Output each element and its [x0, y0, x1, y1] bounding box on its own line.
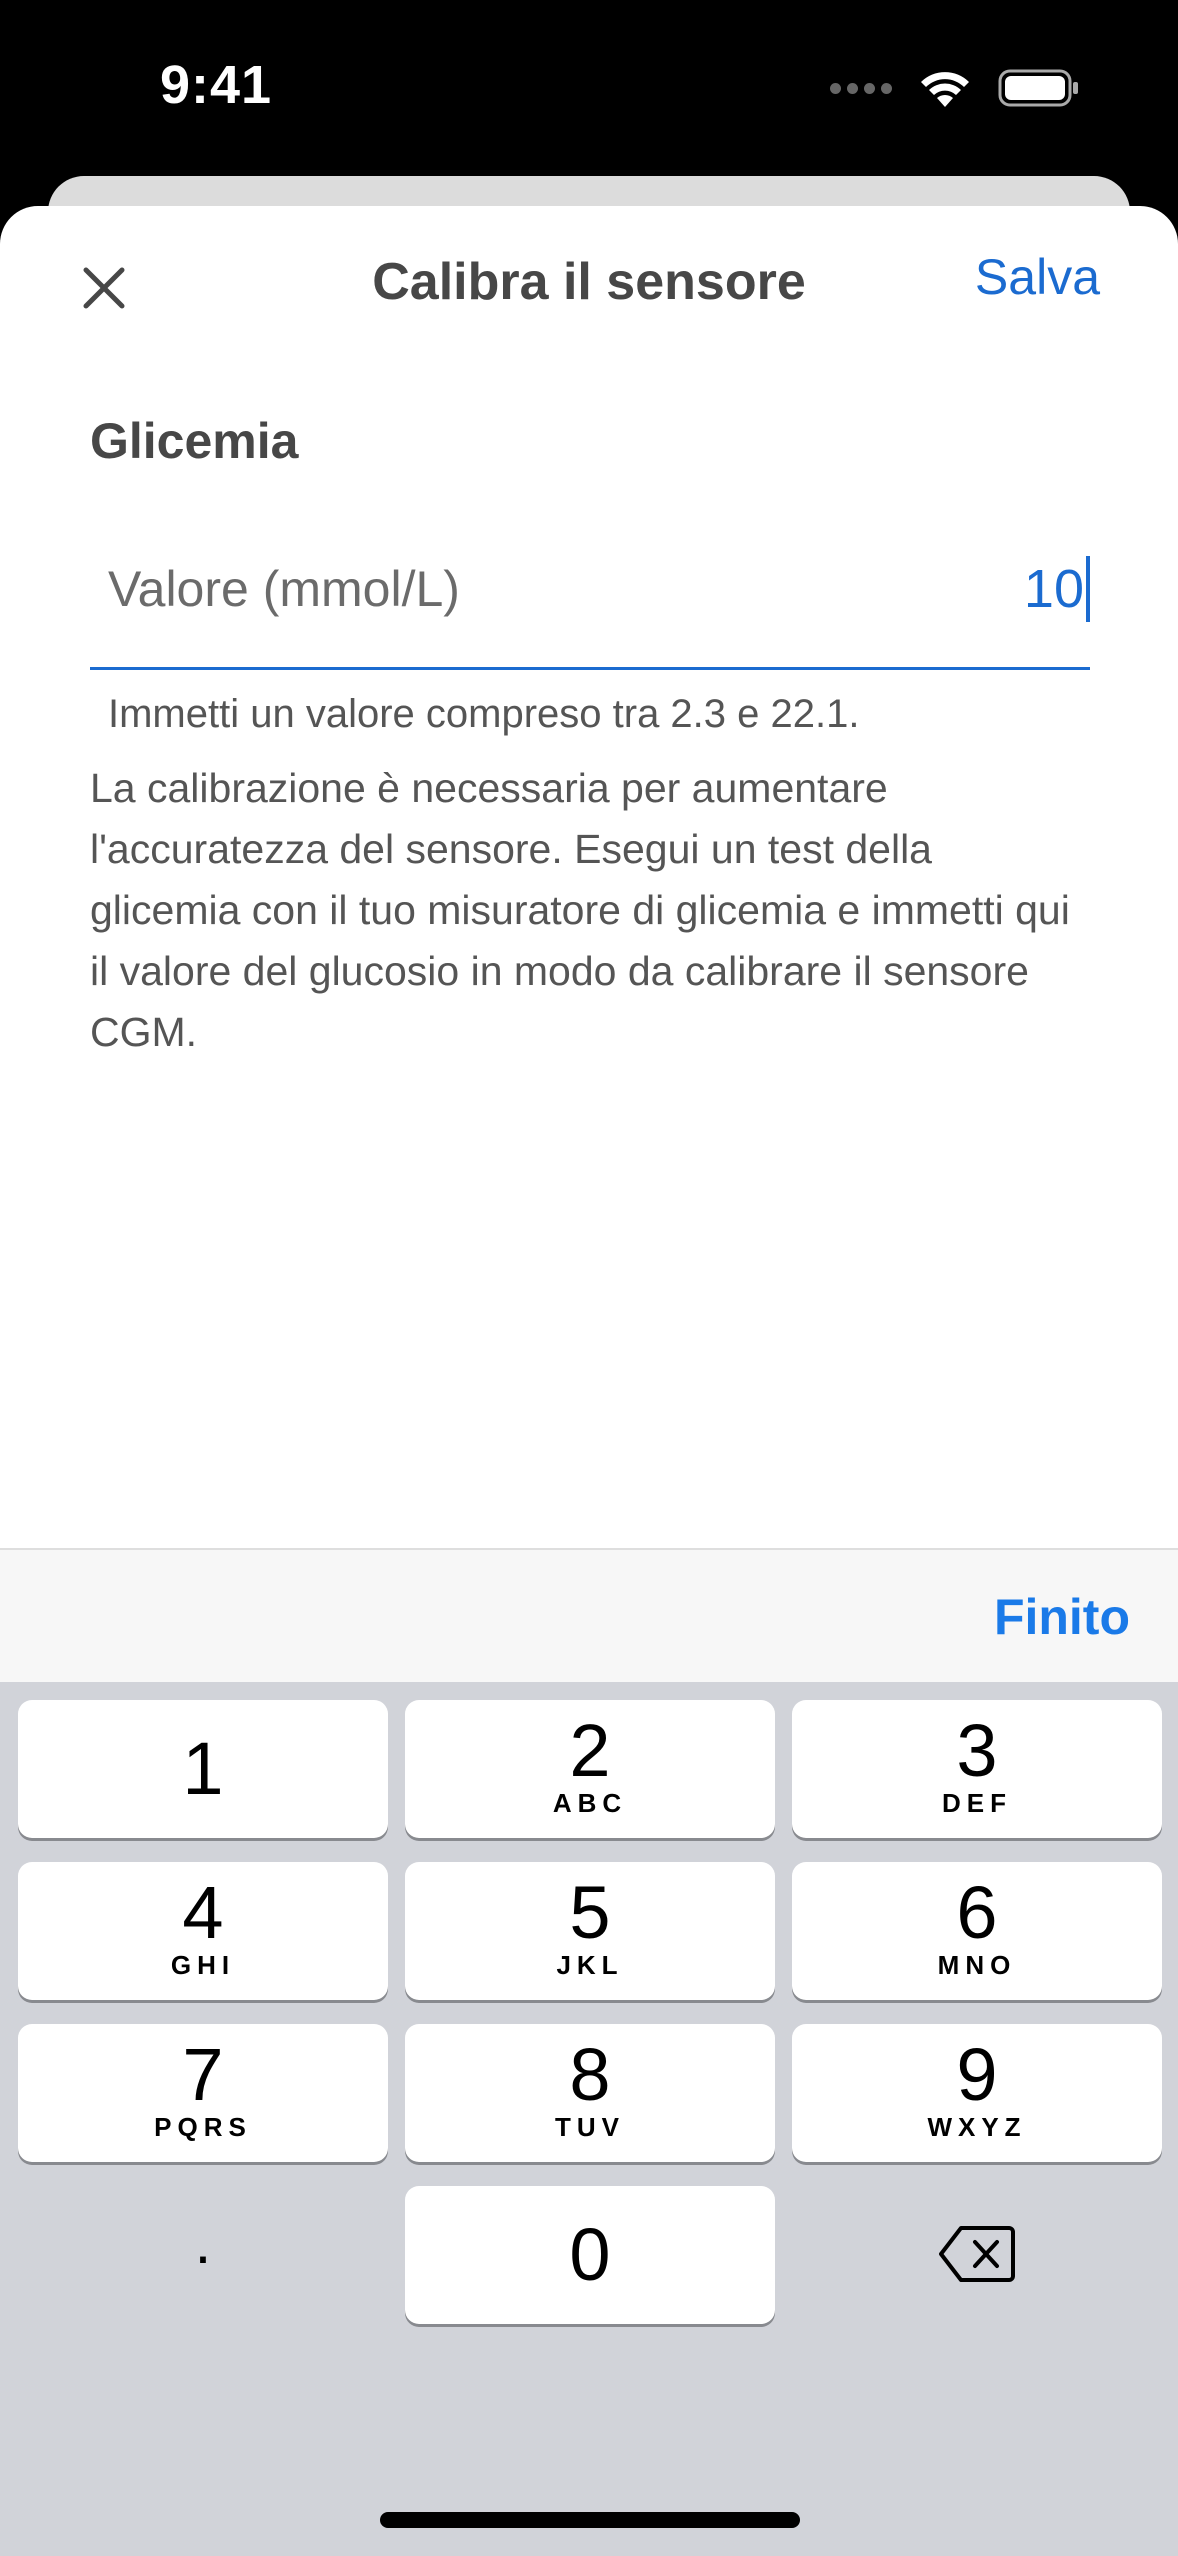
key-letters: JKL — [556, 1950, 624, 1980]
key-digit: . — [194, 2209, 212, 2276]
keyboard-accessory-bar: Finito — [0, 1548, 1178, 1682]
key-letters: WXYZ — [927, 2112, 1027, 2142]
battery-icon — [998, 69, 1078, 107]
home-indicator[interactable] — [380, 2512, 800, 2528]
key-6[interactable]: 6 MNO — [792, 1862, 1162, 2000]
status-time: 9:41 — [160, 55, 273, 115]
key-2[interactable]: 2 ABC — [405, 1700, 775, 1838]
key-letters: TUV — [555, 2112, 625, 2142]
key-5[interactable]: 5 JKL — [405, 1862, 775, 2000]
range-hint: Immetti un valore compreso tra 2.3 e 22.… — [108, 692, 860, 736]
status-bar: 9:41 — [0, 0, 1178, 170]
key-0[interactable]: 0 — [405, 2186, 775, 2324]
key-decimal[interactable]: . — [18, 2186, 388, 2324]
done-button[interactable]: Finito — [994, 1588, 1130, 1646]
key-4[interactable]: 4 GHI — [18, 1862, 388, 2000]
backspace-key[interactable] — [792, 2186, 1162, 2324]
key-digit: 5 — [569, 1871, 611, 1954]
input-value: 10 — [1023, 559, 1084, 619]
save-button[interactable]: Salva — [975, 248, 1100, 306]
key-digit: 9 — [956, 2033, 998, 2116]
key-letters: MNO — [937, 1950, 1017, 1980]
signal-dots-icon — [830, 82, 892, 94]
key-letters: ABC — [552, 1788, 628, 1818]
key-7[interactable]: 7 PQRS — [18, 2024, 388, 2162]
input-label: Valore (mmol/L) — [108, 561, 460, 617]
key-letters: DEF — [942, 1788, 1012, 1818]
key-digit: 4 — [182, 1871, 224, 1954]
numeric-keyboard: 1 2 ABC 3 DEF 4 GHI 5 JKL 6 MNO 7 PQRS 8 — [0, 1682, 1178, 2556]
text-caret — [1086, 556, 1090, 622]
key-digit: 2 — [569, 1709, 611, 1792]
calibration-description: La calibrazione è necessaria per aumenta… — [90, 765, 1070, 1055]
key-8[interactable]: 8 TUV — [405, 2024, 775, 2162]
input-value-wrap: 10 — [1024, 556, 1090, 622]
key-3[interactable]: 3 DEF — [792, 1700, 1162, 1838]
screen: 9:41 Calibra il sensore Salva Glicemia V… — [0, 0, 1178, 2556]
key-digit: 6 — [956, 1871, 998, 1954]
key-letters: PQRS — [154, 2112, 252, 2142]
key-9[interactable]: 9 WXYZ — [792, 2024, 1162, 2162]
key-digit: 0 — [569, 2213, 611, 2296]
key-digit: 3 — [956, 1709, 998, 1792]
key-digit: 8 — [569, 2033, 611, 2116]
key-digit: 1 — [182, 1727, 224, 1810]
glucose-value-field[interactable]: Valore (mmol/L) 10 — [90, 526, 1090, 670]
key-letters: GHI — [170, 1950, 236, 1980]
key-1[interactable]: 1 — [18, 1700, 388, 1838]
section-label: Glicemia — [90, 413, 299, 469]
key-digit: 7 — [182, 2033, 224, 2116]
backspace-icon — [939, 2226, 1015, 2282]
status-icons — [830, 64, 1080, 112]
wifi-icon — [921, 72, 969, 107]
nav-bar: Calibra il sensore Salva — [0, 206, 1178, 366]
